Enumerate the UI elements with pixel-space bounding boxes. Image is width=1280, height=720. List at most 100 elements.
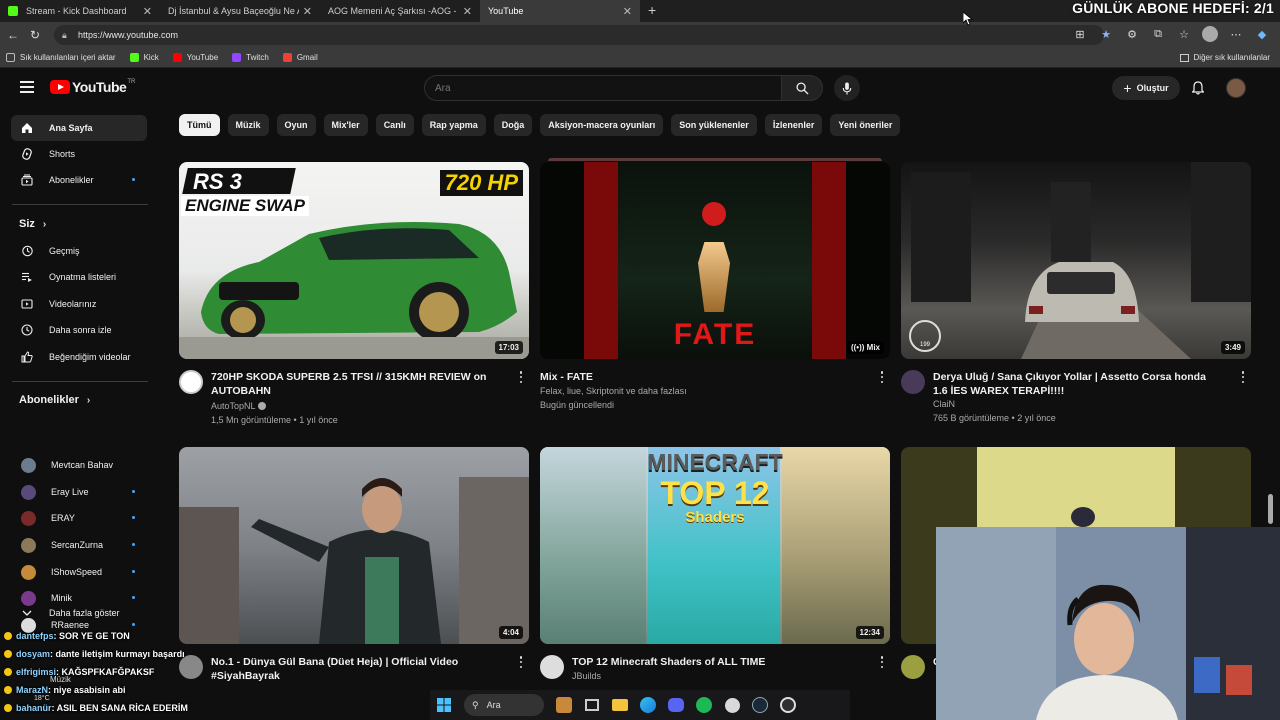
video-title[interactable]: No.1 - Dünya Gül Bana (Düet Heja) | Offi… [211,655,501,683]
sidebar-subscription-0[interactable]: Mevtcan Bahav [11,452,147,478]
search-input[interactable] [435,82,781,94]
video-thumbnail[interactable]: FATE ((•)) Mix [540,162,890,359]
more-options-icon[interactable] [517,370,525,384]
extensions-icon[interactable]: ⚙ [1124,26,1140,42]
collections-icon[interactable]: ☆ [1176,26,1192,42]
favorite-star-icon[interactable]: ★ [1098,26,1114,42]
sidebar-item-subscriptions[interactable]: Abonelikler [11,167,147,193]
subscriptions-section-heading[interactable]: Abonelikler › [19,394,90,406]
bookmark-youtube[interactable]: YouTube [172,53,218,62]
sidebar-item-watch-later[interactable]: Daha sonra izle [11,317,147,343]
copilot-icon[interactable]: ◆ [1254,26,1270,42]
filter-chip[interactable]: Tümü [179,114,220,136]
twitch-icon [232,53,242,62]
channel-avatar[interactable] [901,370,925,394]
more-options-icon[interactable] [1239,370,1247,384]
sidebar-item-shorts[interactable]: Shorts [11,141,147,167]
filter-chip[interactable]: Aksiyon-macera oyunları [540,114,664,136]
bookmark-kick[interactable]: Kick [129,53,159,62]
filter-chip[interactable]: Mix'ler [323,114,368,136]
account-avatar[interactable] [1226,78,1246,98]
filter-chip[interactable]: Müzik [227,114,269,136]
bookmark-import[interactable]: Sık kullanılanları içeri aktar [6,53,116,62]
close-tab-icon[interactable]: ✕ [303,5,312,18]
subscription-label: Eray Live [51,487,89,497]
new-tab-button[interactable]: + [640,0,664,22]
video-title[interactable]: TOP 12 Minecraft Shaders of ALL TIME [572,655,862,669]
filter-chip-bar: Tümü Müzik Oyun Mix'ler Canlı Rap yapma Doğa Ak… [179,114,901,136]
app-icon[interactable] [554,695,574,715]
windows-start-icon[interactable] [434,695,454,715]
refresh-icon[interactable]: ↻ [24,28,46,42]
back-icon[interactable]: ← [2,28,24,42]
channel-avatar[interactable] [179,370,203,394]
channel-name[interactable]: ClaiN [933,397,1233,411]
you-section-heading[interactable]: Siz › [19,218,46,230]
subscriptions-heading-label: Abonelikler [19,394,79,406]
video-thumbnail[interactable]: RS 3 ENGINE SWAP 720 HP 17:03 [179,162,529,359]
video-thumbnail[interactable]: 4:04 [179,447,529,644]
filter-chip[interactable]: Doğa [493,114,533,136]
sidebar-subscription-2[interactable]: ERAY [11,505,147,531]
video-thumbnail[interactable]: 199 3:49 [901,162,1251,359]
more-options-icon[interactable] [878,370,886,384]
discord-icon[interactable] [666,695,686,715]
sidebar-subscription-3[interactable]: SercanZurna [11,532,147,558]
show-more-button[interactable]: Daha fazla göster [11,600,147,626]
sidebar-item-liked-videos[interactable]: Beğendiğim videolar [11,344,147,370]
search-button[interactable] [781,75,823,101]
video-title[interactable]: 720HP SKODA SUPERB 2.5 TFSI // 315KMH RE… [211,370,501,398]
filter-chip[interactable]: Son yüklenenler [671,114,757,136]
filter-chip[interactable]: İzlenenler [764,114,823,136]
taskbar-search[interactable]: ⚲ Ara [464,694,544,716]
tab-aog[interactable]: AOG Memeni Aç Şarkısı -AOG - Y ✕ [320,0,480,22]
app-icon[interactable] [722,695,742,715]
video-title[interactable]: Mix - FATE [540,370,830,384]
create-button[interactable]: + Oluştur [1112,76,1180,100]
profile-icon[interactable] [1202,26,1218,42]
sidebar-item-home[interactable]: Ana Sayfa [11,115,147,141]
sidebar-subscription-1[interactable]: Eray Live [11,479,147,505]
menu-icon[interactable] [20,81,34,93]
sidebar-item-playlists[interactable]: Oynatma listeleri [11,264,147,290]
voice-search-button[interactable] [834,75,860,101]
search-box[interactable] [424,75,782,101]
more-options-icon[interactable] [517,655,525,669]
video-title[interactable]: Derya Uluğ / Sana Çıkıyor Yollar | Asset… [933,370,1223,398]
sidebar-item-your-videos[interactable]: Videolarınız [11,291,147,317]
bookmark-gmail[interactable]: Gmail [282,53,318,62]
video-thumbnail[interactable]: MINECRAFT TOP 12 Shaders 12:34 [540,447,890,644]
tab-dj-istanbul[interactable]: Dj İstanbul & Aysu Baçeoğlu Ne A ✕ [160,0,320,22]
other-bookmarks[interactable]: Diğer sık kullanılanlar [1179,53,1270,62]
channel-avatar[interactable] [901,655,925,679]
filter-chip[interactable]: Yeni öneriler [830,114,901,136]
app-available-icon[interactable]: ⊞ [1072,26,1088,42]
tab-youtube[interactable]: YouTube ✕ [480,0,640,22]
steam-icon[interactable] [750,695,770,715]
task-view-icon[interactable] [582,695,602,715]
filter-chip[interactable]: Oyun [276,114,316,136]
channel-avatar[interactable] [540,655,564,679]
url-field[interactable]: 🔒︎ https://www.youtube.com [54,25,1104,45]
file-explorer-icon[interactable] [610,695,630,715]
edge-icon[interactable] [638,695,658,715]
spotify-icon[interactable] [694,695,714,715]
notifications-button[interactable] [1189,79,1207,97]
scrollbar-thumb[interactable] [1268,494,1273,524]
bookmark-twitch[interactable]: Twitch [232,53,269,62]
channel-name[interactable]: JBuilds [572,669,872,683]
youtube-logo[interactable]: YouTube TR [50,79,135,95]
filter-chip[interactable]: Rap yapma [421,114,486,136]
filter-chip[interactable]: Canlı [375,114,414,136]
more-options-icon[interactable] [878,655,886,669]
split-screen-icon[interactable]: ⧉ [1150,26,1166,42]
close-tab-icon[interactable]: ✕ [463,5,472,18]
sidebar-item-history[interactable]: Geçmiş [11,238,147,264]
close-tab-icon[interactable]: ✕ [143,5,152,18]
channel-name-row[interactable]: AutoTopNL [211,399,511,413]
sidebar-subscription-4[interactable]: IShowSpeed [11,559,147,585]
tab-kick-dashboard[interactable]: Stream - Kick Dashboard ✕ [0,0,160,22]
close-tab-icon[interactable]: ✕ [623,5,632,18]
obs-icon[interactable] [778,695,798,715]
more-icon[interactable]: ⋯ [1228,26,1244,42]
